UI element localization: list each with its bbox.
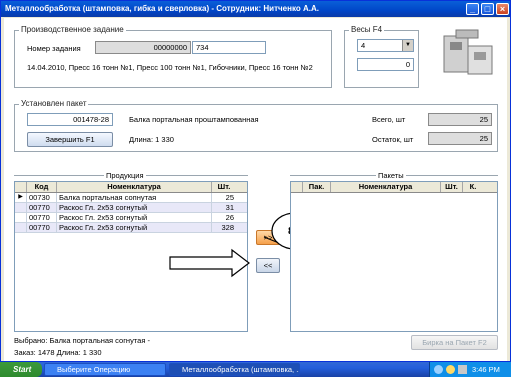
- title-bar[interactable]: Металлообработка (штамповка, гибка и све…: [1, 1, 510, 17]
- col-name: Номенклатура: [57, 182, 212, 192]
- task-number-suffix-field[interactable]: 734: [192, 41, 266, 54]
- task-metalwork[interactable]: Металлообработка (штамповка, ...: [169, 363, 300, 376]
- col-name: Номенклатура: [331, 182, 441, 192]
- products-header: Код Номенклатура Шт.: [15, 182, 247, 193]
- packets-header: Пак. Номенклатура Шт. К.: [291, 182, 497, 193]
- maximize-icon[interactable]: □: [481, 3, 494, 15]
- packet-name: Балка портальная проштампованная: [129, 115, 259, 124]
- tray-app-icon[interactable]: [446, 365, 455, 374]
- client-area: Производственное задание Номер задания 0…: [4, 18, 507, 361]
- installed-packet-group: Установлен пакет 001478-28 Балка порталь…: [14, 99, 498, 152]
- col-packet: Пак.: [303, 182, 331, 192]
- task-select-operation[interactable]: Выберите Операцию: [44, 363, 166, 376]
- cell-code: 00770: [27, 203, 57, 212]
- close-icon[interactable]: ×: [496, 3, 509, 15]
- scales-label: Весы F4: [349, 25, 385, 34]
- row-pointer-icon: ▶: [15, 193, 27, 202]
- col-qty: Шт.: [441, 182, 463, 192]
- packets-table[interactable]: Пак. Номенклатура Шт. К.: [290, 181, 498, 332]
- chevron-down-icon[interactable]: ▼: [402, 40, 413, 51]
- production-task-group: Производственное задание Номер задания 0…: [14, 25, 332, 88]
- start-button[interactable]: Start: [0, 362, 42, 377]
- cell-code: 00770: [27, 223, 57, 232]
- packet-label-button[interactable]: Бирка на Пакет F2: [411, 335, 498, 350]
- length-value: 1 330: [155, 135, 174, 144]
- tray-network-icon[interactable]: [434, 365, 443, 374]
- rest-label: Остаток, шт: [372, 135, 414, 144]
- col-code: Код: [27, 182, 57, 192]
- clock: 3:46 PM: [472, 365, 500, 374]
- total-label: Всего, шт: [372, 115, 406, 124]
- system-tray: 3:46 PM: [429, 362, 511, 377]
- task-number-label: Номер задания: [27, 44, 81, 53]
- row-selector-header: [15, 182, 27, 192]
- scales-select[interactable]: 4 ▼: [357, 39, 414, 52]
- cell-code: 00730: [27, 193, 57, 202]
- task-number-field: 00000000: [95, 41, 191, 54]
- col-k: К.: [469, 182, 477, 191]
- tray-volume-icon[interactable]: [458, 365, 467, 374]
- cell-code: 00770: [27, 213, 57, 222]
- finish-button[interactable]: Завершить F1: [27, 132, 113, 147]
- order-info: Заказ: 1478 Длина: 1 330: [14, 348, 102, 357]
- window-title: Металлообработка (штамповка, гибка и све…: [5, 4, 319, 13]
- scales-selected-value: 4: [361, 41, 366, 50]
- length-prefix: Длина:: [129, 135, 154, 144]
- total-field: 25: [428, 113, 492, 126]
- installed-packet-label: Установлен пакет: [19, 99, 89, 108]
- rest-field: 25: [428, 132, 492, 145]
- col-qty: Шт.: [217, 182, 231, 191]
- length-label: Длина: 1 330: [129, 135, 174, 144]
- minimize-icon[interactable]: _: [466, 3, 479, 15]
- selected-info: Выбрано: Балка портальная согнутая -: [14, 336, 150, 345]
- weight-field: 0: [357, 58, 414, 71]
- task-description: 14.04.2010, Пресс 16 тонн №1, Пресс 100 …: [27, 63, 313, 72]
- scales-group: Весы F4 4 ▼ 0: [344, 25, 419, 88]
- products-label: Продукция: [104, 171, 146, 180]
- scales-icon: [443, 29, 493, 75]
- packets-label: Пакеты: [376, 171, 406, 180]
- packet-code-field[interactable]: 001478-28: [27, 113, 113, 126]
- taskbar: Start Выберите Операцию Металлообработка…: [0, 362, 511, 377]
- production-task-label: Производственное задание: [19, 25, 126, 34]
- app-window: Металлообработка (штамповка, гибка и све…: [0, 0, 511, 362]
